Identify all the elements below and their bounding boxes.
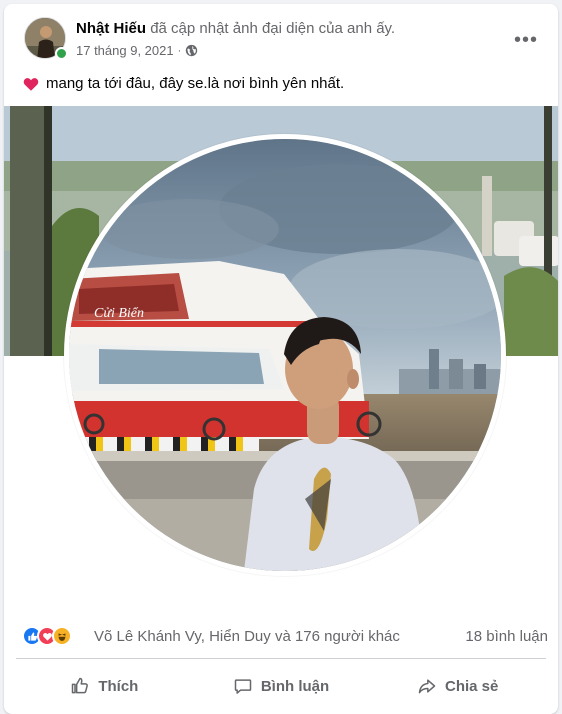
more-options-icon: ••• xyxy=(513,28,538,51)
online-status-dot xyxy=(55,47,68,60)
reaction-people-text[interactable]: Võ Lê Khánh Vy, Hiển Duy và 176 người kh… xyxy=(94,628,400,645)
post-header: Nhật Hiếu đã cập nhật ảnh đại diện của a… xyxy=(4,4,558,72)
haha-reaction-icon xyxy=(52,626,72,646)
thumbs-up-icon xyxy=(72,677,89,694)
post-title-line: Nhật Hiếu đã cập nhật ảnh đại diện của a… xyxy=(76,19,395,39)
share-button[interactable]: Chia sẻ xyxy=(369,664,546,708)
like-button[interactable]: Thích xyxy=(16,664,193,708)
profile-photo[interactable]: Cửi Biển xyxy=(64,134,506,576)
post-timestamp[interactable]: 17 tháng 9, 2021 xyxy=(76,43,174,58)
comment-count[interactable]: 18 bình luận xyxy=(465,628,548,645)
post-meta: 17 tháng 9, 2021 · xyxy=(76,43,198,58)
share-icon xyxy=(418,679,436,694)
globe-icon[interactable] xyxy=(185,44,198,57)
comment-button[interactable]: Bình luận xyxy=(193,664,370,708)
post-caption: mang ta tới đâu, đây se.là nơi bình yên … xyxy=(22,74,344,94)
caption-text: mang ta tới đâu, đây se.là nơi bình yên … xyxy=(46,75,345,92)
boat-name-sign: Cửi Biển xyxy=(94,306,144,321)
feed-post: Nhật Hiếu đã cập nhật ảnh đại diện của a… xyxy=(4,4,558,714)
action-divider xyxy=(16,658,546,659)
comment-icon xyxy=(234,679,252,694)
more-options-button[interactable]: ••• xyxy=(510,24,542,56)
reaction-summary: Võ Lê Khánh Vy, Hiển Duy và 176 người kh… xyxy=(4,614,558,660)
comment-label: Bình luận xyxy=(260,677,330,695)
author-avatar[interactable] xyxy=(24,17,68,60)
like-label: Thích xyxy=(98,677,139,695)
post-action-text: đã cập nhật ảnh đại diện của anh ấy. xyxy=(150,20,396,37)
reaction-icons[interactable] xyxy=(22,626,72,646)
post-actions: Thích Bình luận Chia sẻ xyxy=(16,664,546,708)
heart-icon xyxy=(22,75,40,93)
author-name[interactable]: Nhật Hiếu xyxy=(76,20,146,37)
meta-separator: · xyxy=(177,44,182,57)
share-label: Chia sẻ xyxy=(445,677,499,695)
